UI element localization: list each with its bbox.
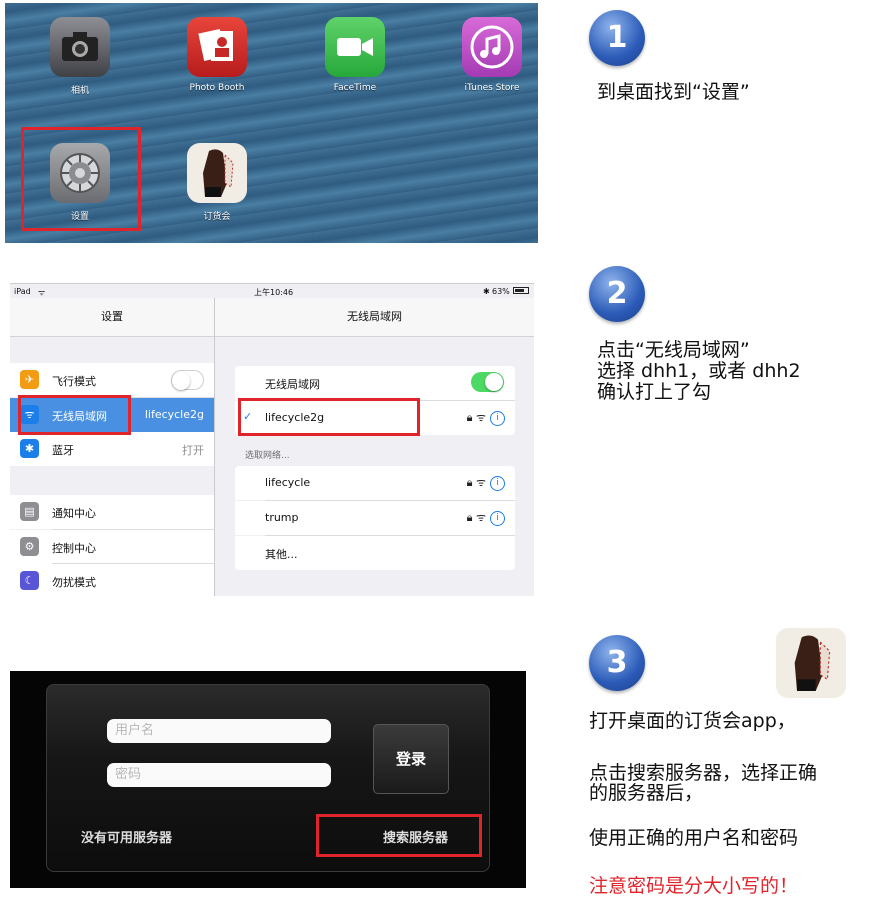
step-3-line-2: 点击搜索服务器，选择正确	[589, 762, 818, 784]
other-network-row[interactable]: 其他...	[235, 536, 515, 570]
sidebar-item-airplane-mode[interactable]: ✈ 飞行模式	[10, 363, 214, 397]
network-status-icons: 🔒︎ ᯤi	[467, 475, 505, 491]
sidebar-item-control-center[interactable]: ⚙ 控制中心	[10, 530, 214, 564]
wifi-signal-icon: ᯤ	[475, 511, 486, 524]
wifi-toggle-label: 无线局域网	[265, 378, 320, 391]
network-row[interactable]: trump 🔒︎ ᯤi	[235, 501, 515, 535]
app-label: iTunes Store	[464, 83, 520, 93]
network-name: trump	[265, 511, 299, 524]
detail-title: 无线局域网	[215, 298, 534, 337]
status-time: 上午10:46	[254, 288, 294, 297]
lock-icon: 🔒︎	[466, 411, 473, 424]
app-label: FaceTime	[333, 83, 377, 93]
photo-booth-app[interactable]: Photo Booth	[177, 17, 257, 93]
camera-icon	[50, 17, 110, 77]
step-2-line-3: 确认打上了勾	[597, 381, 712, 403]
photo-booth-icon	[187, 17, 247, 77]
sidebar-item-do-not-disturb[interactable]: ☾ 勿扰模式	[10, 564, 214, 596]
sidebar-item-label: 飞行模式	[52, 375, 96, 388]
sidebar-item-value: 打开	[182, 444, 204, 457]
network-status-icons: 🔒︎ ᯤi	[467, 510, 505, 526]
wifi-signal-icon: ᯤ	[475, 411, 486, 424]
facetime-icon	[325, 17, 385, 77]
password-case-warning: 注意密码是分大小写的！	[589, 875, 799, 897]
app-label: 订货会	[203, 212, 231, 222]
sidebar-item-value: lifecycle2g	[144, 408, 204, 421]
step-2-line-1: 点击“无线局域网”	[597, 339, 750, 361]
order-fair-app[interactable]: 订货会	[177, 143, 257, 222]
airplane-icon: ✈	[20, 370, 39, 389]
order-fair-app-icon	[776, 628, 846, 698]
other-network-label: 其他...	[265, 548, 298, 561]
choose-network-header: 选取网络...	[245, 451, 290, 461]
wifi-signal-icon: ᯤ	[475, 476, 486, 489]
wifi-toggle[interactable]	[471, 372, 504, 392]
network-status-icons: 🔒︎ ᯤi	[467, 410, 505, 426]
lock-icon: 🔒︎	[466, 511, 473, 524]
ipad-wifi-settings-screen: iPad ᯤ 上午10:46 ✱ 63% 设置 ✈ 飞行模式 ᯤ 无线局域网 l…	[10, 283, 534, 596]
sidebar-item-label: 通知中心	[52, 507, 96, 520]
wifi-sidebar-highlight-box	[18, 395, 131, 435]
step-3-line-4: 使用正确的用户名和密码	[589, 827, 799, 849]
password-input[interactable]: 密码	[107, 763, 331, 787]
order-fair-app-icon	[187, 143, 247, 203]
settings-sidebar: 设置 ✈ 飞行模式 ᯤ 无线局域网 lifecycle2g ✱ 蓝牙 打开 ▤ …	[10, 298, 215, 596]
device-label: iPad	[14, 287, 31, 296]
camera-app[interactable]: 相机	[40, 17, 120, 96]
itunes-store-app[interactable]: iTunes Store	[452, 17, 532, 93]
wifi-detail-pane: 无线局域网 无线局域网 ✓ lifecycle2g 🔒︎ ᯤi 选取网络... …	[215, 298, 534, 596]
app-label: Photo Booth	[189, 83, 245, 93]
app-label: 相机	[70, 86, 89, 96]
username-input[interactable]: 用户名	[107, 719, 331, 743]
login-button[interactable]: 登录	[373, 724, 449, 794]
step-3-line-3: 的服务器后，	[589, 782, 704, 804]
sidebar-item-notification-center[interactable]: ▤ 通知中心	[10, 495, 214, 529]
step-1-badge: 1	[589, 10, 645, 66]
bluetooth-status-icon: ✱	[483, 287, 490, 296]
info-icon[interactable]: i	[490, 410, 505, 426]
facetime-app[interactable]: FaceTime	[315, 17, 395, 93]
no-server-label: 没有可用服务器	[81, 831, 173, 846]
sidebar-item-label: 蓝牙	[52, 444, 74, 457]
moon-icon: ☾	[20, 571, 39, 590]
sidebar-item-label: 控制中心	[52, 542, 96, 555]
network-name: lifecycle	[265, 476, 311, 489]
ipad-home-screen: 相机 Photo Booth FaceTime iTunes Store 设置 …	[5, 3, 538, 243]
wifi-toggle-row[interactable]: 无线局域网	[235, 366, 515, 400]
battery-icon	[513, 287, 529, 294]
airplane-mode-toggle[interactable]	[171, 370, 204, 390]
lock-icon: 🔒︎	[466, 476, 473, 489]
info-icon[interactable]: i	[490, 510, 505, 526]
step-2-badge: 2	[589, 266, 645, 322]
login-screen: 用户名 密码 登录 没有可用服务器 搜索服务器	[10, 671, 526, 888]
control-center-icon: ⚙	[20, 537, 39, 556]
wifi-status-icon: ᯤ	[38, 288, 46, 297]
sidebar-item-bluetooth[interactable]: ✱ 蓝牙 打开	[10, 432, 214, 466]
sidebar-title: 设置	[10, 298, 214, 337]
battery-percent: 63%	[492, 287, 510, 296]
step-1-text: 到桌面找到“设置”	[597, 81, 750, 103]
sidebar-item-label: 勿扰模式	[52, 576, 96, 589]
info-icon[interactable]: i	[490, 475, 505, 491]
network-row[interactable]: lifecycle 🔒︎ ᯤi	[235, 466, 515, 500]
settings-highlight-box	[21, 127, 141, 231]
step-3-line-1: 打开桌面的订货会app，	[589, 710, 796, 732]
notification-center-icon: ▤	[20, 502, 39, 521]
itunes-icon	[462, 17, 522, 77]
bluetooth-icon: ✱	[20, 439, 39, 458]
status-bar: iPad ᯤ 上午10:46 ✱ 63%	[10, 284, 534, 298]
step-3-badge: 3	[589, 635, 645, 691]
connected-network-highlight-box	[238, 398, 420, 436]
search-server-highlight-box	[316, 814, 482, 857]
step-2-line-2: 选择 dhh1，或者 dhh2	[597, 360, 801, 382]
